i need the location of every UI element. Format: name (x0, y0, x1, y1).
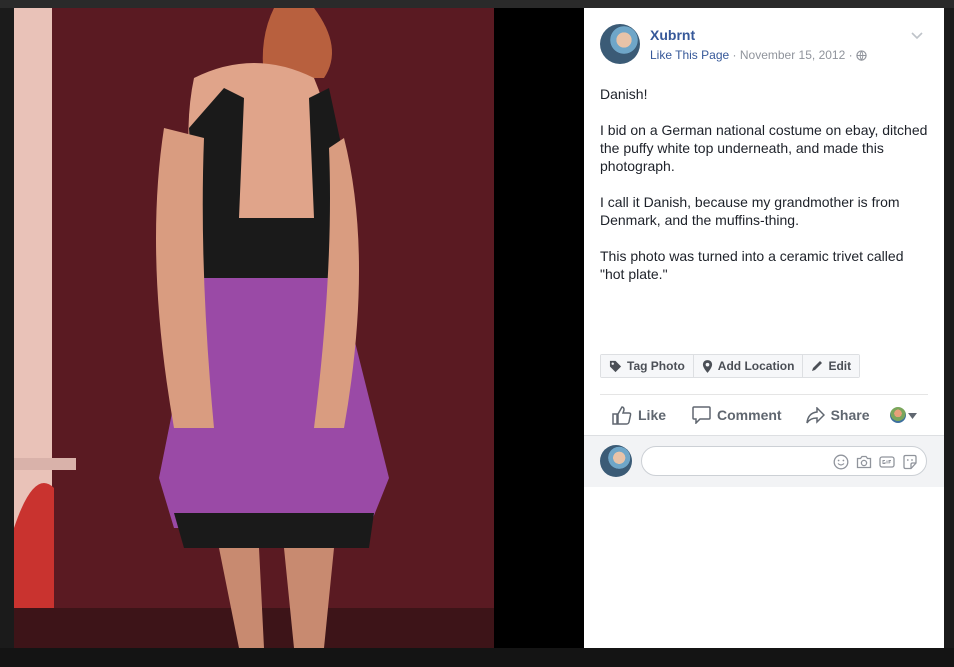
meta-separator: · (848, 48, 856, 62)
reaction-bar: Like Comment Share (600, 403, 928, 427)
post-photo[interactable] (14, 8, 494, 648)
top-bar (0, 0, 954, 8)
share-label: Share (830, 407, 870, 423)
comment-composer (584, 435, 944, 487)
tag-icon (609, 360, 622, 373)
photo-image (14, 8, 494, 648)
globe-icon (856, 50, 867, 64)
sticker-icon[interactable] (902, 454, 918, 470)
tag-photo-button[interactable]: Tag Photo (601, 355, 694, 377)
post-paragraph: I bid on a German national costume on eb… (600, 122, 928, 174)
comment-input[interactable] (652, 453, 826, 471)
post-meta: Like This Page · November 15, 2012 · (650, 48, 867, 64)
tag-photo-label: Tag Photo (627, 359, 685, 373)
post-date[interactable]: November 15, 2012 (740, 48, 845, 62)
share-as-avatar (890, 407, 906, 423)
thumbs-up-icon (612, 405, 632, 425)
photo-actions: Tag Photo Add Location Edit (600, 354, 861, 378)
share-arrow-icon (805, 406, 825, 424)
location-pin-icon (702, 359, 713, 373)
post-paragraph: I call it Danish, because my grandmother… (600, 194, 900, 228)
share-button[interactable]: Share (805, 406, 870, 424)
like-label: Like (638, 407, 667, 423)
bottom-bar (0, 648, 954, 667)
meta-separator: · (732, 48, 740, 62)
edit-button[interactable]: Edit (803, 355, 860, 377)
comment-button[interactable]: Comment (692, 406, 782, 424)
like-page-link[interactable]: Like This Page (650, 48, 729, 62)
page-avatar[interactable] (600, 24, 640, 64)
comment-attachments (833, 454, 918, 470)
add-location-button[interactable]: Add Location (693, 355, 804, 377)
post-paragraph: This photo was turned into a ceramic tri… (600, 248, 904, 282)
gif-icon[interactable] (879, 454, 895, 470)
divider (600, 394, 928, 395)
caret-down-icon (908, 406, 917, 424)
comment-label: Comment (717, 407, 782, 423)
add-location-label: Add Location (717, 359, 795, 373)
post-paragraph: Danish! (600, 86, 648, 102)
post-text: Danish! I bid on a German national costu… (600, 85, 930, 301)
pencil-icon (811, 360, 823, 372)
page-name-link[interactable]: Xubrnt (650, 27, 695, 43)
commenter-avatar (600, 445, 632, 477)
comment-bubble-icon (692, 406, 711, 424)
photo-side-margin (494, 8, 584, 648)
smiley-icon[interactable] (833, 454, 849, 470)
camera-icon[interactable] (856, 454, 872, 470)
post-details-panel: Xubrnt Like This Page · November 15, 201… (584, 8, 944, 648)
chevron-down-icon[interactable] (910, 28, 924, 40)
share-as-selector[interactable] (890, 406, 917, 424)
edit-label: Edit (828, 359, 852, 373)
comment-field[interactable] (641, 446, 927, 476)
like-button[interactable]: Like (612, 405, 667, 425)
